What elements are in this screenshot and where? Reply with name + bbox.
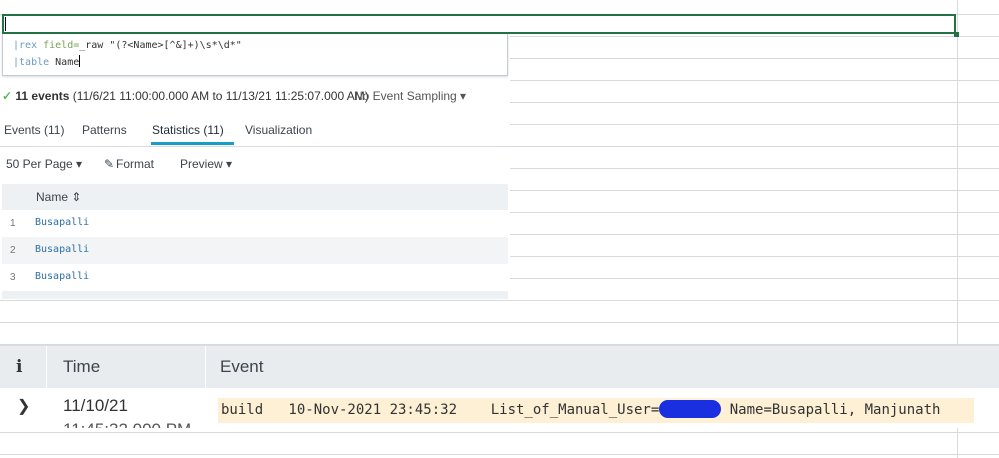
chevron-right-icon[interactable]: ❯ [17, 396, 30, 416]
event-text-suffix: Name=Busapalli, Manjunath [721, 402, 941, 418]
check-icon: ✓ [2, 89, 13, 103]
table-row: 3 Busapalli [2, 264, 508, 291]
row-index: 2 [10, 245, 16, 256]
per-page-dropdown[interactable]: 50 Per Page ▾ [6, 157, 82, 171]
preview-dropdown[interactable]: Preview ▾ [180, 157, 232, 171]
row-index: 3 [10, 272, 16, 283]
time-column-header[interactable]: Time [63, 357, 100, 377]
table-field: Name [49, 57, 80, 68]
tab-patterns[interactable]: Patterns [82, 123, 127, 137]
name-cell[interactable]: Busapalli [35, 271, 89, 282]
rex-expression: _raw "(?<Name>[^&]+)\s*\d*" [79, 40, 242, 51]
active-tab-indicator [151, 142, 234, 145]
fill-handle[interactable] [954, 32, 959, 37]
event-row: ❯ 11/10/21 11:45:32.000 PM build 10-Nov-… [0, 388, 999, 428]
info-column-header: i [16, 357, 23, 377]
redaction-mark [659, 400, 722, 418]
field-argument: field= [43, 40, 80, 51]
name-cell[interactable]: Busapalli [35, 217, 89, 228]
event-sampling-dropdown[interactable]: No Event Sampling ▾ [354, 86, 466, 106]
result-tabs: Events (11) Patterns Statistics (11) Vis… [0, 120, 510, 147]
table-command: table [19, 57, 50, 68]
text-cursor [5, 17, 6, 31]
search-line-1: |rex field=_raw "(?<Name>[^&]+)\s*\d*" [13, 37, 507, 54]
search-line-2: |table Name [13, 54, 507, 71]
search-query-editor[interactable]: |rex field=_raw "(?<Name>[^&]+)\s*\d*" |… [2, 34, 508, 76]
column-divider [205, 346, 206, 388]
event-count: 11 events [15, 89, 70, 103]
text-cursor [79, 55, 81, 67]
name-cell[interactable]: Busapalli [35, 244, 89, 255]
tab-visualization[interactable]: Visualization [245, 123, 312, 137]
column-divider [46, 346, 47, 388]
column-header-name[interactable]: Name ⇕ [36, 190, 81, 204]
time-range: (11/6/21 11:00:00.000 AM to 11/13/21 11:… [72, 89, 369, 103]
table-row: 2 Busapalli [2, 237, 508, 264]
event-date: 11/10/21 [63, 396, 128, 415]
event-table-header: i Time Event [0, 345, 999, 388]
table-footer [2, 291, 508, 299]
tab-events[interactable]: Events (11) [4, 123, 64, 137]
event-raw-text: build 10-Nov-2021 23:45:32 List_of_Manua… [218, 398, 974, 423]
event-text-prefix: build 10-Nov-2021 23:45:32 List_of_Manua… [221, 402, 660, 418]
results-table-header: Name ⇕ [2, 184, 508, 210]
job-status: ✓ 11 events (11/6/21 11:00:00.000 AM to … [2, 86, 508, 106]
selected-cell[interactable] [2, 14, 956, 34]
splunk-search-panel: |rex field=_raw "(?<Name>[^&]+)\s*\d*" |… [0, 34, 510, 300]
table-row: 1 Busapalli [2, 210, 508, 237]
rex-command: rex [19, 40, 38, 51]
format-button[interactable]: Format [116, 157, 154, 171]
event-column-header: Event [220, 357, 264, 376]
pencil-icon: ✎ [104, 157, 115, 171]
event-time: 11:45:32.000 PM [63, 420, 191, 428]
row-index: 1 [10, 218, 16, 229]
tab-statistics[interactable]: Statistics (11) [152, 123, 224, 137]
results-toolbar: 50 Per Page ▾ ✎ Format Preview ▾ [0, 156, 510, 176]
